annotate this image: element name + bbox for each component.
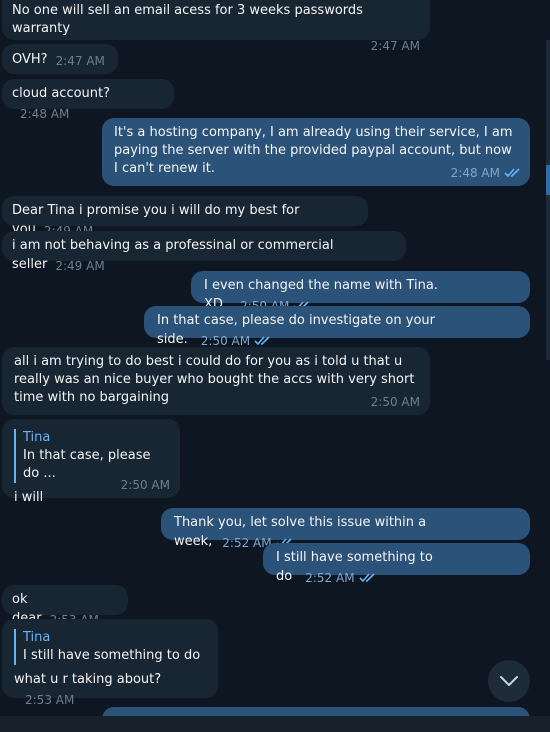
message-time: 2:48 AM [20, 107, 70, 121]
chevron-down-icon [500, 676, 518, 686]
double-check-icon [358, 573, 375, 583]
scrollbar[interactable] [546, 40, 550, 360]
message-text: what u r taking about? [14, 672, 162, 687]
message-time: 2:53 AM [25, 693, 75, 707]
message-text: OVH? [12, 52, 48, 67]
scrollbar-thumb[interactable] [546, 165, 550, 195]
message-text: No one will sell an email acess for 3 we… [12, 3, 368, 36]
message-time: 2:47 AM [55, 54, 105, 68]
message-outgoing[interactable]: Thank you, let solve this issue within a… [161, 508, 530, 550]
message-text: In that case, please do investigate on y… [157, 313, 440, 347]
reply-preview[interactable]: Tina I still have something to do [14, 629, 208, 665]
message-text: cloud account? [12, 86, 111, 101]
double-check-icon [254, 336, 270, 346]
chat-area: No one will sell an email acess for 3 we… [0, 0, 550, 732]
message-outgoing[interactable]: I even changed the name with Tina. XD.2:… [191, 271, 530, 313]
message-outgoing[interactable]: It's a hosting company, I am already usi… [102, 118, 530, 186]
message-incoming-reply[interactable]: Tina I still have something to do what u… [2, 619, 218, 707]
reply-preview[interactable]: Tina In that case, please do ... [14, 429, 170, 483]
scrollbar-track [546, 40, 550, 360]
scroll-to-bottom-button[interactable] [488, 660, 530, 702]
message-incoming[interactable]: all i am trying to do best i could do fo… [2, 347, 430, 415]
message-text: all i am trying to do best i could do fo… [14, 354, 419, 405]
message-input-bar[interactable] [0, 716, 550, 732]
message-time: 2:50 AM [120, 478, 170, 492]
reply-author: Tina [23, 430, 51, 445]
message-text: i will [14, 490, 44, 505]
message-incoming[interactable]: No one will sell an email acess for 3 we… [2, 0, 430, 53]
message-time: 2:50 AM [370, 395, 420, 409]
message-incoming-reply[interactable]: Tina In that case, please do ... i will … [2, 419, 180, 505]
message-time: 2:52 AM [305, 571, 376, 585]
message-incoming[interactable]: OVH? 2:47 AM [2, 44, 118, 74]
reply-author: Tina [23, 630, 51, 645]
message-incoming[interactable]: ok dear2:53 AM [2, 585, 128, 627]
message-outgoing[interactable]: I still have something to do 2:52 AM [263, 543, 530, 585]
message-time: 2:48 AM [451, 164, 522, 182]
message-incoming[interactable]: i am not behaving as a professinal or co… [2, 231, 406, 273]
message-outgoing[interactable]: In that case, please do investigate on y… [144, 306, 530, 348]
message-incoming[interactable]: cloud account? 2:48 AM [2, 79, 174, 121]
message-incoming[interactable]: Dear Tina i promise you i will do my bes… [2, 196, 368, 238]
reply-snippet: I still have something to do [23, 648, 201, 663]
double-check-icon [504, 168, 520, 178]
message-time: 2:50 AM [201, 334, 272, 348]
message-time: 2:49 AM [55, 259, 105, 273]
